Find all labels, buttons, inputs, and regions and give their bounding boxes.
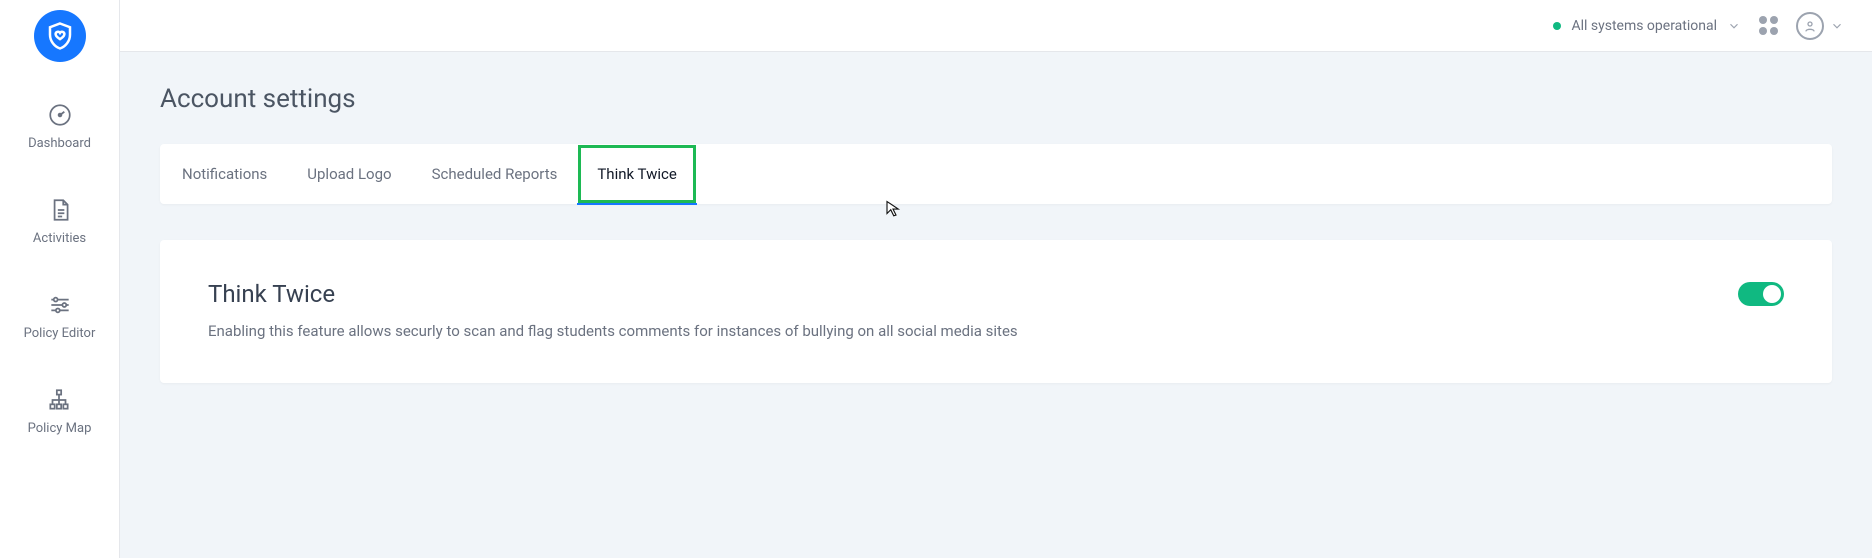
tab-upload-logo[interactable]: Upload Logo	[287, 144, 411, 204]
sitemap-icon	[46, 387, 72, 413]
sidebar-item-dashboard[interactable]: Dashboard	[28, 102, 91, 151]
tab-label: Notifications	[182, 165, 267, 183]
panel-description: Enabling this feature allows securly to …	[208, 320, 1018, 343]
sidebar-item-label: Activities	[33, 231, 86, 246]
shield-heart-icon	[45, 21, 75, 51]
sidebar-item-label: Policy Editor	[24, 326, 96, 341]
settings-panel: Think Twice Enabling this feature allows…	[160, 240, 1832, 383]
sidebar-item-label: Policy Map	[28, 421, 92, 436]
tabs-bar: Notifications Upload Logo Scheduled Repo…	[160, 144, 1832, 204]
tab-think-twice[interactable]: Think Twice	[577, 144, 696, 204]
app-logo[interactable]	[34, 10, 86, 62]
sidebar-item-policy-editor[interactable]: Policy Editor	[24, 292, 96, 341]
status-dropdown[interactable]: All systems operational	[1553, 18, 1741, 34]
main-area: All systems operational Account settings…	[120, 0, 1872, 558]
user-menu[interactable]	[1796, 12, 1844, 40]
avatar-icon	[1796, 12, 1824, 40]
apps-menu-button[interactable]	[1759, 16, 1778, 35]
sidebar-item-label: Dashboard	[28, 136, 91, 151]
chevron-down-icon	[1727, 19, 1741, 33]
sidebar: Dashboard Activities Policy Editor	[0, 0, 120, 558]
tab-label: Upload Logo	[307, 165, 391, 183]
sidebar-item-activities[interactable]: Activities	[33, 197, 86, 246]
sidebar-item-policy-map[interactable]: Policy Map	[28, 387, 92, 436]
think-twice-toggle[interactable]	[1738, 282, 1784, 306]
page-title: Account settings	[160, 84, 1832, 114]
document-icon	[47, 197, 73, 223]
content-area: Account settings Notifications Upload Lo…	[120, 52, 1872, 558]
tab-notifications[interactable]: Notifications	[160, 144, 287, 204]
chevron-down-icon	[1830, 19, 1844, 33]
tab-label: Think Twice	[597, 165, 676, 183]
status-dot-icon	[1553, 22, 1561, 30]
panel-title: Think Twice	[208, 280, 1018, 308]
sliders-icon	[47, 292, 73, 318]
tab-label: Scheduled Reports	[432, 165, 558, 183]
toggle-knob-icon	[1763, 285, 1781, 303]
tab-scheduled-reports[interactable]: Scheduled Reports	[412, 144, 578, 204]
header-bar: All systems operational	[120, 0, 1872, 52]
status-text: All systems operational	[1571, 18, 1717, 34]
dashboard-icon	[47, 102, 73, 128]
